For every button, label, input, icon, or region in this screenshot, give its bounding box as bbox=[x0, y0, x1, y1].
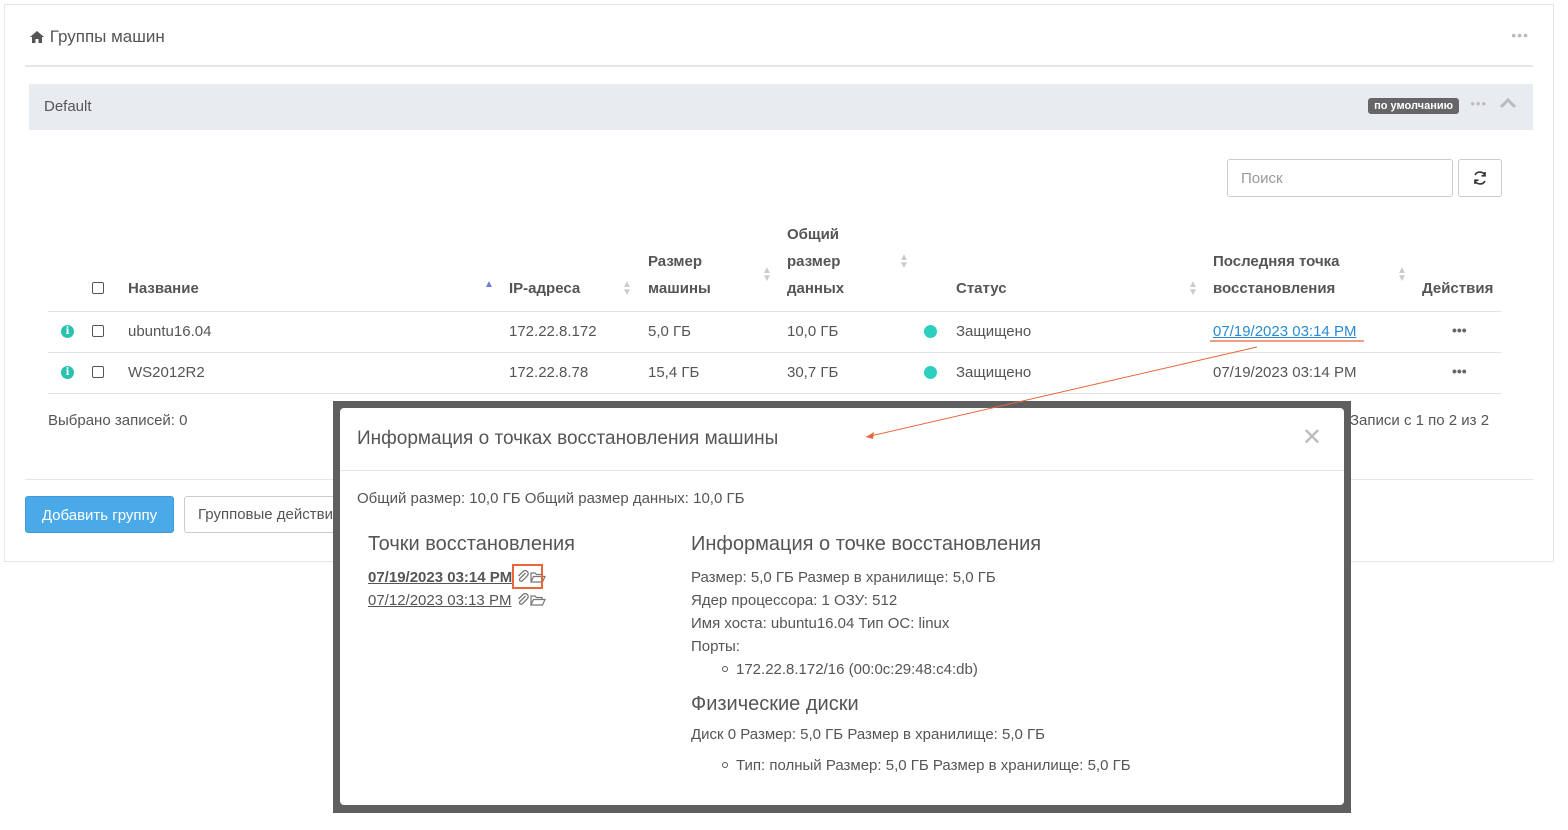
last-restore-point[interactable]: 07/19/2023 03:14 PM bbox=[1213, 364, 1356, 381]
port-text: 172.22.8.172/16 (00:0c:29:48:c4:db) bbox=[736, 661, 978, 678]
sort-asc-icon[interactable]: ▲ bbox=[484, 281, 494, 289]
column-actions: Действия bbox=[1422, 275, 1493, 302]
dialog-title: Информация о точках восстановления машин… bbox=[357, 428, 778, 450]
row-divider bbox=[48, 311, 1501, 312]
default-badge: по умолчанию bbox=[1368, 98, 1459, 114]
row-divider bbox=[48, 393, 1501, 394]
group-header-default[interactable]: Default по умолчанию ••• bbox=[29, 84, 1533, 130]
add-group-button[interactable]: Добавить группу bbox=[25, 496, 174, 533]
home-icon bbox=[29, 29, 45, 49]
restore-point-link[interactable]: 07/12/2023 03:13 PM bbox=[368, 592, 511, 609]
restore-point-info-heading: Информация о точке восстановления bbox=[691, 533, 1041, 556]
sort-icon[interactable]: ▲▼ bbox=[899, 254, 909, 270]
row-total: 30,7 ГБ bbox=[787, 364, 838, 381]
refresh-icon bbox=[1472, 170, 1488, 186]
info-cpu-ram: Ядер процессора: 1 ОЗУ: 512 bbox=[691, 592, 897, 609]
status-dot-icon bbox=[924, 325, 937, 338]
status-dot-icon bbox=[924, 366, 937, 379]
restore-points-heading: Точки восстановления bbox=[368, 533, 575, 556]
port-item: 172.22.8.172/16 (00:0c:29:48:c4:db) bbox=[722, 661, 978, 678]
chevron-up-icon[interactable] bbox=[1499, 96, 1517, 115]
paperclip-icon[interactable] bbox=[516, 593, 530, 611]
column-last-line1[interactable]: Последняя точка bbox=[1213, 248, 1340, 275]
column-total-line1[interactable]: Общий bbox=[787, 221, 839, 248]
row-divider bbox=[48, 352, 1501, 353]
header-divider bbox=[25, 65, 1533, 67]
row-size: 5,0 ГБ bbox=[648, 323, 691, 340]
close-icon[interactable]: ✕ bbox=[1302, 423, 1322, 452]
info-icon[interactable]: i bbox=[61, 325, 74, 338]
page-title: Группы машин bbox=[29, 27, 165, 49]
restore-point-link[interactable]: 07/19/2023 03:14 PM bbox=[368, 569, 512, 586]
row-status: Защищено bbox=[956, 323, 1031, 340]
column-name[interactable]: Название bbox=[128, 275, 199, 302]
info-size: Размер: 5,0 ГБ Размер в хранилище: 5,0 Г… bbox=[691, 569, 996, 586]
group-name: Default bbox=[44, 98, 92, 115]
sort-icon[interactable]: ▲▼ bbox=[762, 267, 772, 283]
bullet-icon bbox=[722, 666, 728, 672]
column-total-line3[interactable]: данных bbox=[787, 275, 844, 302]
row-ip: 172.22.8.172 bbox=[509, 323, 597, 340]
refresh-button[interactable] bbox=[1458, 159, 1502, 197]
sort-icon[interactable]: ▲▼ bbox=[622, 281, 632, 297]
disk-sub-text: Тип: полный Размер: 5,0 ГБ Размер в хран… bbox=[736, 757, 1131, 774]
last-restore-point-link[interactable]: 07/19/2023 03:14 PM bbox=[1213, 323, 1356, 340]
restore-point-item[interactable]: 07/12/2023 03:13 PM bbox=[368, 592, 546, 611]
search-input[interactable] bbox=[1227, 159, 1453, 197]
physical-disks-heading: Физические диски bbox=[691, 693, 859, 716]
row-checkbox[interactable] bbox=[92, 366, 104, 378]
row-checkbox[interactable] bbox=[92, 325, 104, 337]
column-total-line2[interactable]: размер bbox=[787, 248, 840, 275]
sort-icon[interactable]: ▲▼ bbox=[1397, 267, 1407, 283]
row-status: Защищено bbox=[956, 364, 1031, 381]
row-actions-icon[interactable]: ••• bbox=[1452, 322, 1467, 338]
highlight-box bbox=[512, 564, 543, 589]
group-menu-icon[interactable]: ••• bbox=[1470, 96, 1487, 111]
column-size-line1[interactable]: Размер bbox=[648, 248, 702, 275]
page-menu-icon[interactable]: ••• bbox=[1511, 27, 1529, 43]
column-status[interactable]: Статус bbox=[956, 275, 1007, 302]
row-name[interactable]: WS2012R2 bbox=[128, 364, 205, 381]
info-icon[interactable]: i bbox=[61, 366, 74, 379]
column-size-line2[interactable]: машины bbox=[648, 275, 711, 302]
row-actions-icon[interactable]: ••• bbox=[1452, 363, 1467, 379]
select-all-checkbox[interactable] bbox=[92, 282, 104, 294]
row-name[interactable]: ubuntu16.04 bbox=[128, 323, 211, 340]
records-count: Записи с 1 по 2 из 2 bbox=[1350, 412, 1489, 429]
row-ip: 172.22.8.78 bbox=[509, 364, 588, 381]
info-host-os: Имя хоста: ubuntu16.04 Тип ОС: linux bbox=[691, 615, 949, 632]
dialog-divider bbox=[340, 470, 1344, 471]
group-actions-button[interactable]: Групповые действия bbox=[184, 496, 344, 533]
folder-open-icon[interactable] bbox=[530, 594, 546, 611]
sort-icon[interactable]: ▲▼ bbox=[1188, 281, 1198, 297]
selected-count: Выбрано записей: 0 bbox=[48, 412, 187, 429]
row-size: 15,4 ГБ bbox=[648, 364, 699, 381]
disk-line: Диск 0 Размер: 5,0 ГБ Размер в хранилище… bbox=[691, 726, 1045, 743]
page-title-text: Группы машин bbox=[50, 27, 165, 46]
disk-sub-item: Тип: полный Размер: 5,0 ГБ Размер в хран… bbox=[722, 757, 1131, 774]
restore-points-dialog: Информация о точках восстановления машин… bbox=[340, 408, 1344, 805]
row-total: 10,0 ГБ bbox=[787, 323, 838, 340]
column-ip[interactable]: IP-адреса bbox=[509, 275, 580, 302]
column-last-line2[interactable]: восстановления bbox=[1213, 275, 1335, 302]
info-ports-label: Порты: bbox=[691, 638, 740, 655]
bullet-icon bbox=[722, 762, 728, 768]
dialog-total-size: Общий размер: 10,0 ГБ Общий размер данны… bbox=[357, 490, 744, 507]
